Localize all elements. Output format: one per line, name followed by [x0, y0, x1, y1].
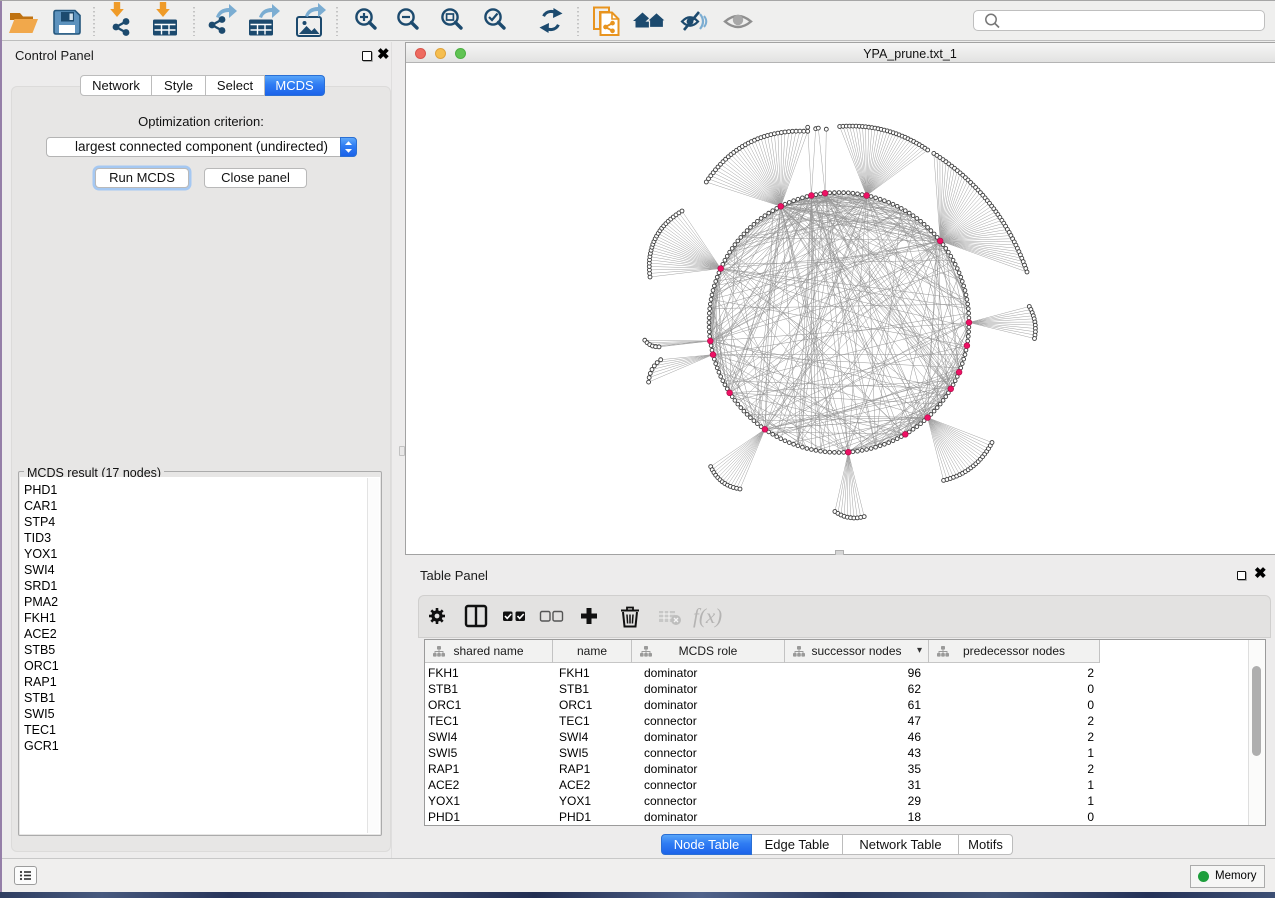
svg-text:f(x): f(x) — [693, 604, 722, 628]
